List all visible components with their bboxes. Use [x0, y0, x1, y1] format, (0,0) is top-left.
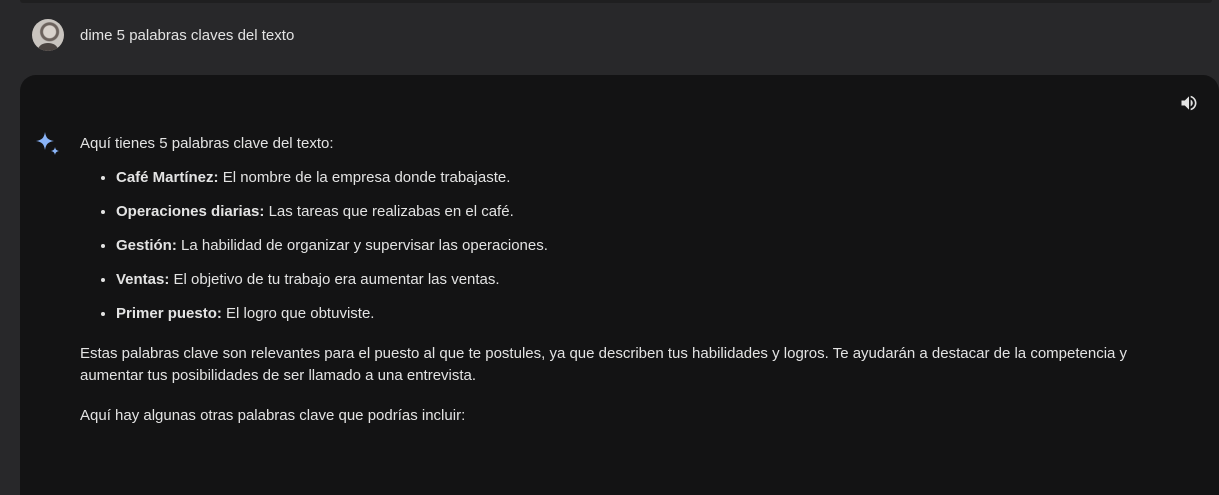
keyword-term: Primer puesto: [116, 305, 222, 322]
list-item: Gestión: La habilidad de organizar y sup… [116, 235, 1190, 257]
keyword-desc: Las tareas que realizabas en el café. [264, 203, 514, 220]
keyword-desc: El objetivo de tu trabajo era aumentar l… [169, 271, 500, 288]
gemini-spark-icon [34, 130, 62, 158]
keyword-desc: La habilidad de organizar y supervisar l… [176, 237, 548, 254]
prompt-text: dime 5 palabras claves del texto [80, 26, 295, 44]
response-content: Aquí tienes 5 palabras clave del texto: … [80, 133, 1190, 427]
response-paragraph: Estas palabras clave son relevantes para… [80, 345, 1128, 384]
previous-card-edge [20, 0, 1212, 3]
keyword-term: Café Martínez: [116, 169, 219, 186]
list-item: Ventas: El objetivo de tu trabajo era au… [116, 269, 1190, 291]
keyword-desc: El logro que obtuviste. [221, 305, 375, 322]
keyword-term: Operaciones diarias: [116, 203, 265, 220]
speaker-icon[interactable] [1179, 93, 1199, 113]
list-item: Primer puesto: El logro que obtuviste. [116, 303, 1190, 325]
list-item: Café Martínez: El nombre de la empresa d… [116, 167, 1190, 189]
keyword-list: Café Martínez: El nombre de la empresa d… [80, 167, 1190, 325]
keyword-term: Gestión: [116, 237, 177, 254]
keyword-term: Ventas: [116, 271, 170, 288]
keyword-desc: El nombre de la empresa donde trabajaste… [218, 169, 511, 186]
response-paragraph: Aquí hay algunas otras palabras clave qu… [80, 407, 466, 424]
user-prompt: dime 5 palabras claves del texto [32, 19, 294, 51]
response-card: Aquí tienes 5 palabras clave del texto: … [20, 75, 1219, 495]
response-intro: Aquí tienes 5 palabras clave del texto: [80, 135, 334, 152]
list-item: Operaciones diarias: Las tareas que real… [116, 201, 1190, 223]
user-avatar[interactable] [32, 19, 64, 51]
